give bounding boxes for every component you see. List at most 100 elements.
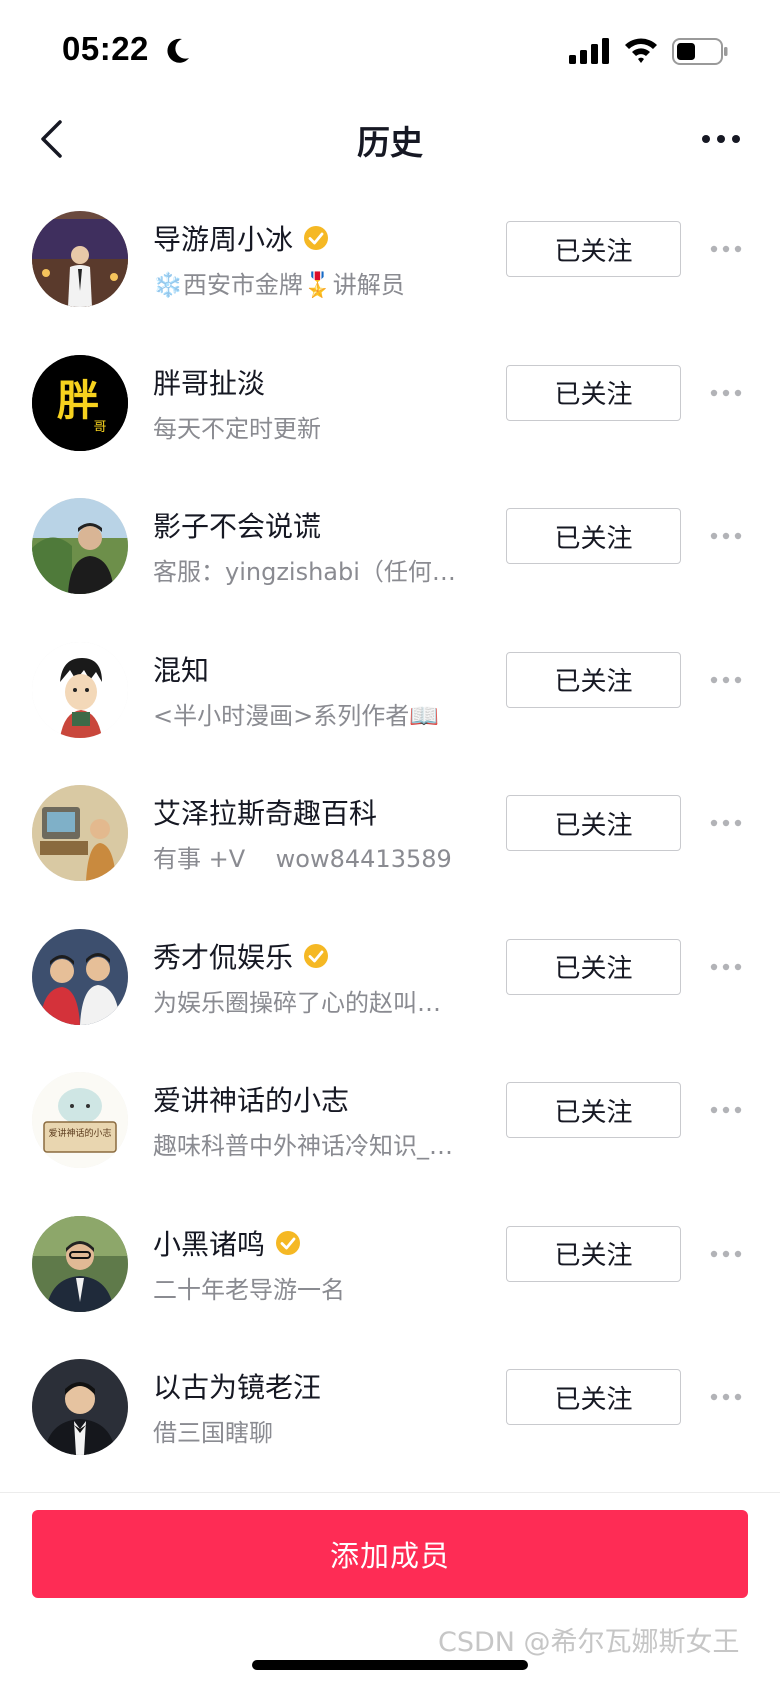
followed-button[interactable]: 已关注	[506, 1225, 681, 1282]
avatar-illustration-icon	[32, 785, 128, 881]
user-name[interactable]: 影子不会说谎	[153, 505, 321, 545]
row-more-button[interactable]	[706, 665, 746, 695]
ellipsis-icon	[710, 532, 742, 540]
history-user-list: 导游周小冰 ❄️西安市金牌🎖️讲解员 已关注 胖 哥 胖哥扯淡 每天不定时更新 …	[0, 190, 780, 1482]
followed-button[interactable]: 已关注	[506, 795, 681, 851]
add-member-button[interactable]: 添加成员	[32, 1510, 748, 1598]
avatar[interactable]	[32, 785, 128, 881]
followed-button[interactable]: 已关注	[506, 1369, 681, 1425]
list-item[interactable]: 混知 <半小时漫画>系列作者📖 已关注	[0, 621, 780, 765]
ellipsis-icon	[710, 1393, 742, 1401]
more-options-button[interactable]	[696, 114, 746, 164]
avatar-photo-icon	[32, 498, 128, 594]
row-more-button[interactable]	[706, 1095, 746, 1125]
bottom-divider	[0, 1492, 780, 1493]
user-name[interactable]: 艾泽拉斯奇趣百科	[153, 792, 377, 832]
row-more-button[interactable]	[706, 1382, 746, 1412]
avatar-photo-icon	[32, 1359, 128, 1455]
name-line: 影子不会说谎	[153, 505, 321, 545]
name-line: 小黑诸鸣	[153, 1223, 301, 1263]
moon-icon	[167, 38, 189, 63]
ellipsis-icon	[710, 389, 742, 396]
list-item[interactable]: 小黑诸鸣 二十年老导游一名 已关注	[0, 1195, 780, 1339]
row-more-button[interactable]	[706, 521, 746, 551]
list-item[interactable]: 影子不会说谎 客服：yingzishabi（任何… 已关注	[0, 477, 780, 621]
ellipsis-icon	[710, 963, 742, 970]
avatar[interactable]	[32, 1215, 128, 1312]
avatar-photo-icon	[32, 211, 128, 307]
ellipsis-icon	[710, 1250, 742, 1257]
avatar[interactable]	[32, 928, 128, 1025]
verified-badge-icon	[304, 226, 329, 250]
svg-text:胖: 胖	[57, 376, 99, 425]
verified-badge-icon	[276, 1230, 301, 1255]
name-line: 以古为镜老汪	[153, 1366, 321, 1406]
battery-icon	[672, 38, 728, 65]
watermark: CSDN @希尔瓦娜斯女王	[438, 1627, 740, 1658]
status-time: 05:22	[62, 30, 149, 67]
user-description: ❄️西安市金牌🎖️讲解员	[153, 271, 405, 299]
verified-badge-icon	[304, 943, 329, 968]
ellipsis-icon	[710, 676, 742, 683]
user-name[interactable]: 混知	[153, 649, 209, 689]
nav-bar: 历史	[0, 96, 780, 182]
name-line: 艾泽拉斯奇趣百科	[153, 792, 377, 832]
avatar-cartoon-icon: 爱讲神话的小志	[32, 1072, 128, 1168]
list-item[interactable]: 导游周小冰 ❄️西安市金牌🎖️讲解员 已关注	[0, 190, 780, 334]
followed-button[interactable]: 已关注	[506, 508, 681, 564]
svg-text:爱讲神话的小志: 爱讲神话的小志	[48, 1127, 111, 1139]
user-description: 趣味科普中外神话冷知识_…	[153, 1132, 453, 1160]
avatar[interactable]: 爱讲神话的小志	[32, 1072, 128, 1168]
avatar-photo-icon	[32, 928, 128, 1025]
row-more-button[interactable]	[706, 1239, 746, 1269]
row-more-button[interactable]	[706, 234, 746, 264]
avatar-logo-icon: 胖 哥	[32, 354, 128, 451]
ellipsis-icon	[710, 1106, 742, 1114]
name-line: 胖哥扯淡	[153, 362, 265, 402]
list-item[interactable]: 胖 哥 胖哥扯淡 每天不定时更新 已关注	[0, 334, 780, 478]
row-more-button[interactable]	[706, 952, 746, 982]
avatar[interactable]	[32, 641, 128, 738]
list-item[interactable]: 爱讲神话的小志 爱讲神话的小志 趣味科普中外神话冷知识_… 已关注	[0, 1051, 780, 1195]
row-more-button[interactable]	[706, 808, 746, 838]
followed-button[interactable]: 已关注	[506, 1082, 681, 1138]
followed-button[interactable]: 已关注	[506, 364, 681, 421]
user-description: 客服：yingzishabi（任何…	[153, 558, 456, 586]
status-bar: 05:22	[0, 0, 780, 96]
name-line: 秀才侃娱乐	[153, 936, 329, 976]
user-name[interactable]: 胖哥扯淡	[153, 362, 265, 402]
row-more-button[interactable]	[706, 378, 746, 408]
name-line: 爱讲神话的小志	[153, 1079, 349, 1119]
followed-button[interactable]: 已关注	[506, 221, 681, 277]
avatar-photo-icon	[32, 1215, 128, 1312]
followed-button[interactable]: 已关注	[506, 938, 681, 995]
user-name[interactable]: 以古为镜老汪	[153, 1366, 321, 1406]
list-item[interactable]: 秀才侃娱乐 为娱乐圈操碎了心的赵叫… 已关注	[0, 908, 780, 1052]
avatar-cartoon-icon	[32, 641, 128, 738]
name-line: 导游周小冰	[153, 218, 329, 258]
user-name[interactable]: 导游周小冰	[153, 218, 293, 258]
name-line: 混知	[153, 649, 209, 689]
user-description: 每天不定时更新	[153, 414, 321, 443]
avatar[interactable]	[32, 211, 128, 307]
user-name[interactable]: 爱讲神话的小志	[153, 1079, 349, 1119]
avatar[interactable]	[32, 1359, 128, 1455]
page-title: 历史	[357, 123, 423, 162]
user-description: 借三国瞎聊	[153, 1419, 273, 1447]
ellipsis-icon	[710, 245, 742, 253]
user-description: 为娱乐圈操碎了心的赵叫…	[153, 988, 441, 1017]
followed-button[interactable]: 已关注	[506, 651, 681, 708]
ellipsis-icon	[710, 819, 742, 827]
user-description: 二十年老导游一名	[153, 1275, 345, 1304]
avatar[interactable]: 胖 哥	[32, 354, 128, 451]
wifi-icon	[625, 38, 657, 63]
list-item[interactable]: 艾泽拉斯奇趣百科 有事 +V wow84413589 已关注	[0, 764, 780, 908]
user-name[interactable]: 秀才侃娱乐	[153, 936, 293, 976]
list-item[interactable]: 以古为镜老汪 借三国瞎聊 已关注	[0, 1338, 780, 1482]
avatar[interactable]	[32, 498, 128, 594]
user-description: 有事 +V wow84413589	[153, 845, 452, 873]
user-name[interactable]: 小黑诸鸣	[153, 1223, 265, 1263]
user-description: <半小时漫画>系列作者📖	[153, 701, 440, 730]
home-indicator[interactable]	[252, 1660, 528, 1670]
signal-icon	[569, 38, 609, 64]
